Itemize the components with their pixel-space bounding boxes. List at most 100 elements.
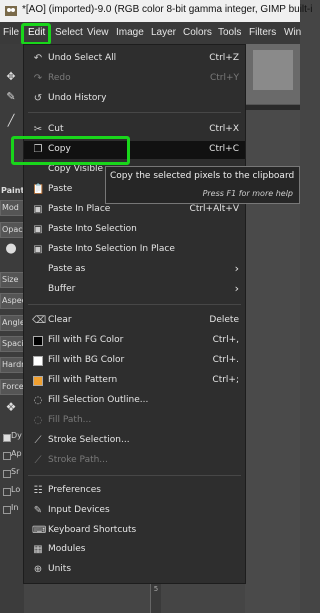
tooltip-text: Copy the selected pixels to the clipboar… (110, 171, 295, 181)
menu-item-modules[interactable]: ▦ Modules (24, 541, 245, 559)
fill-fg-label: Fill with FG Color (48, 335, 124, 345)
menu-tools[interactable]: Tools (218, 27, 241, 38)
fill-outline-icon: ◌ (33, 395, 43, 406)
paste-into-selection-label: Paste Into Selection (48, 224, 137, 234)
window-title: *[AO] (imported)-9.0 (RGB color 8-bit ga… (22, 4, 313, 15)
mode-field[interactable]: Mod (0, 200, 24, 216)
clear-icon: ⌫ (32, 315, 47, 326)
smooth-stroke-checkbox[interactable] (3, 470, 11, 478)
fill-path-label: Fill Path... (48, 415, 92, 425)
menu-item-redo[interactable]: ↷ Redo Ctrl+Y (24, 70, 245, 88)
menu-item-undo-select-all[interactable]: ↶ Undo Select All Ctrl+Z (24, 50, 245, 68)
copy-shortcut: Ctrl+C (209, 144, 239, 154)
paste-in-place-shortcut: Ctrl+Alt+V (189, 204, 239, 214)
menu-item-stroke-path[interactable]: ⟋ Stroke Path... (24, 452, 245, 470)
gimp-app-icon (4, 4, 18, 18)
hardness-field[interactable]: Hardn (0, 357, 24, 373)
apply-jitter-label: Ap (11, 449, 22, 458)
menu-windows[interactable]: Win (284, 27, 301, 38)
menu-filters[interactable]: Filters (249, 27, 276, 38)
menu-item-paste-as[interactable]: Paste as › (24, 261, 245, 279)
cut-label: Cut (48, 124, 64, 134)
menu-item-paste-into-selection-in-place[interactable]: ▣ Paste Into Selection In Place (24, 241, 245, 259)
menu-item-fill-pattern[interactable]: Fill with Pattern Ctrl+; (24, 372, 245, 390)
menu-item-units[interactable]: ⊕ Units (24, 561, 245, 579)
force-field[interactable]: Force (0, 379, 24, 395)
keyboard-shortcuts-label: Keyboard Shortcuts (48, 525, 137, 535)
aspect-field[interactable]: Aspec (0, 293, 24, 309)
paste-icon: 📋 (32, 184, 45, 195)
ruler-mark: 5 (153, 585, 159, 593)
incremental-checkbox[interactable] (3, 506, 11, 514)
menu-separator (28, 112, 241, 113)
copy-highlight (11, 136, 130, 165)
dynamics-icon[interactable]: ❖ (4, 400, 18, 414)
apply-jitter-checkbox[interactable] (3, 452, 11, 460)
fill-fg-shortcut: Ctrl+, (212, 335, 239, 345)
tooltip-hint: Press F1 for more help (202, 189, 293, 198)
menu-image[interactable]: Image (116, 27, 144, 38)
window-titlebar: *[AO] (imported)-9.0 (RGB color 8-bit ga… (0, 0, 312, 22)
undo-shortcut: Ctrl+Z (209, 53, 239, 63)
opacity-field[interactable]: Opaci (0, 222, 24, 238)
menu-layer[interactable]: Layer (151, 27, 176, 38)
redo-shortcut: Ctrl+Y (209, 73, 239, 83)
keyboard-icon: ⌨ (32, 525, 47, 536)
clear-label: Clear (48, 315, 72, 325)
menu-item-clear[interactable]: ⌫ Clear Delete (24, 312, 245, 330)
dynamics-checkbox[interactable] (3, 434, 11, 442)
stroke-path-label: Stroke Path... (48, 455, 108, 465)
units-icon: ⊕ (33, 564, 43, 575)
paste-into-selection-icon: ▣ (33, 224, 43, 235)
fg-color-swatch (33, 336, 43, 346)
menu-item-buffer[interactable]: Buffer › (24, 281, 245, 299)
chevron-right-icon: › (234, 262, 239, 275)
menu-item-undo-history[interactable]: ↺ Undo History (24, 90, 245, 108)
menu-item-fill-bg[interactable]: Fill with BG Color Ctrl+. (24, 352, 245, 370)
image-canvas[interactable] (245, 44, 300, 104)
fill-pattern-label: Fill with Pattern (48, 375, 118, 385)
brush-preview-icon[interactable]: ● (4, 242, 18, 256)
menu-select[interactable]: Select (55, 27, 83, 38)
stroke-icon: ⟋ (34, 435, 42, 446)
dynamics-option-label: Dy (11, 431, 22, 440)
spacing-field[interactable]: Spaci (0, 336, 24, 352)
input-devices-icon: ✎ (33, 505, 43, 516)
bg-color-swatch (33, 356, 43, 366)
menu-item-fill-fg[interactable]: Fill with FG Color Ctrl+, (24, 332, 245, 350)
paint-tool-icon[interactable]: ✎ (4, 90, 18, 104)
preferences-icon: ☷ (33, 485, 43, 496)
cut-shortcut: Ctrl+X (209, 124, 239, 134)
menu-view[interactable]: View (87, 27, 109, 38)
copy-tooltip: Copy the selected pixels to the clipboar… (105, 166, 300, 204)
tool-options-title: Paint (0, 184, 24, 200)
edit-menu-highlight (21, 23, 51, 45)
menu-item-fill-path[interactable]: ◌ Fill Path... (24, 412, 245, 430)
undo-icon: ↶ (33, 53, 43, 64)
fill-selection-outline-label: Fill Selection Outline... (48, 395, 149, 405)
menu-item-preferences[interactable]: ☷ Preferences (24, 482, 245, 500)
menu-item-keyboard-shortcuts[interactable]: ⌨ Keyboard Shortcuts (24, 522, 245, 540)
brush-tool-icon[interactable]: ╱ (4, 114, 18, 128)
menu-item-input-devices[interactable]: ✎ Input Devices (24, 502, 245, 520)
menu-separator (28, 475, 241, 476)
menu-item-fill-selection-outline[interactable]: ◌ Fill Selection Outline... (24, 392, 245, 410)
stroke-selection-label: Stroke Selection... (48, 435, 130, 445)
smooth-stroke-label: Sr (11, 467, 20, 476)
angle-field[interactable]: Angle (0, 315, 24, 331)
paste-in-place-icon: ▣ (33, 204, 43, 215)
menu-colors[interactable]: Colors (183, 27, 212, 38)
modules-icon: ▦ (33, 544, 43, 555)
preferences-label: Preferences (48, 485, 101, 495)
menu-item-paste-into-selection[interactable]: ▣ Paste Into Selection (24, 221, 245, 239)
history-icon: ↺ (33, 93, 43, 104)
copy-visible-label: Copy Visible (48, 164, 104, 174)
size-field[interactable]: Size (0, 272, 24, 288)
move-tool-icon[interactable]: ✥ (4, 70, 18, 84)
lock-brush-label: Lo (11, 485, 21, 494)
lock-brush-checkbox[interactable] (3, 488, 11, 496)
edit-menu: ↶ Undo Select All Ctrl+Z ↷ Redo Ctrl+Y ↺… (23, 44, 246, 584)
menu-item-stroke-selection[interactable]: ⟋ Stroke Selection... (24, 432, 245, 450)
buffer-label: Buffer (48, 284, 76, 294)
menu-file[interactable]: File (3, 27, 19, 38)
